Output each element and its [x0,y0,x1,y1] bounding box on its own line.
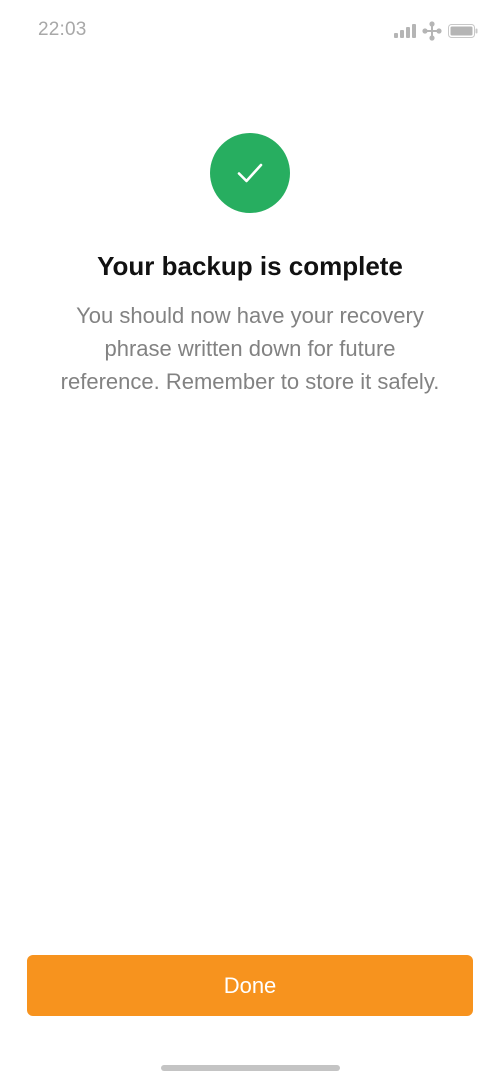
status-bar: 22:03 [0,0,500,62]
description: You should now have your recovery phrase… [20,299,480,398]
home-indicator[interactable] [161,1065,340,1071]
status-icons [394,20,478,42]
description-line: You should now have your recovery [76,303,424,328]
done-button-label: Done [223,972,277,998]
status-time: 22:03 [38,19,87,40]
page-title: Your backup is complete [97,251,403,281]
success-badge [210,133,290,213]
network-icon [422,21,442,41]
description-line: phrase written down for future [104,336,396,361]
signal-icon [394,24,416,38]
description-line: reference. Remember to store it safely. [60,369,440,394]
done-button[interactable]: Done [27,955,473,1016]
battery-icon [448,24,478,38]
checkmark-icon [237,163,263,183]
